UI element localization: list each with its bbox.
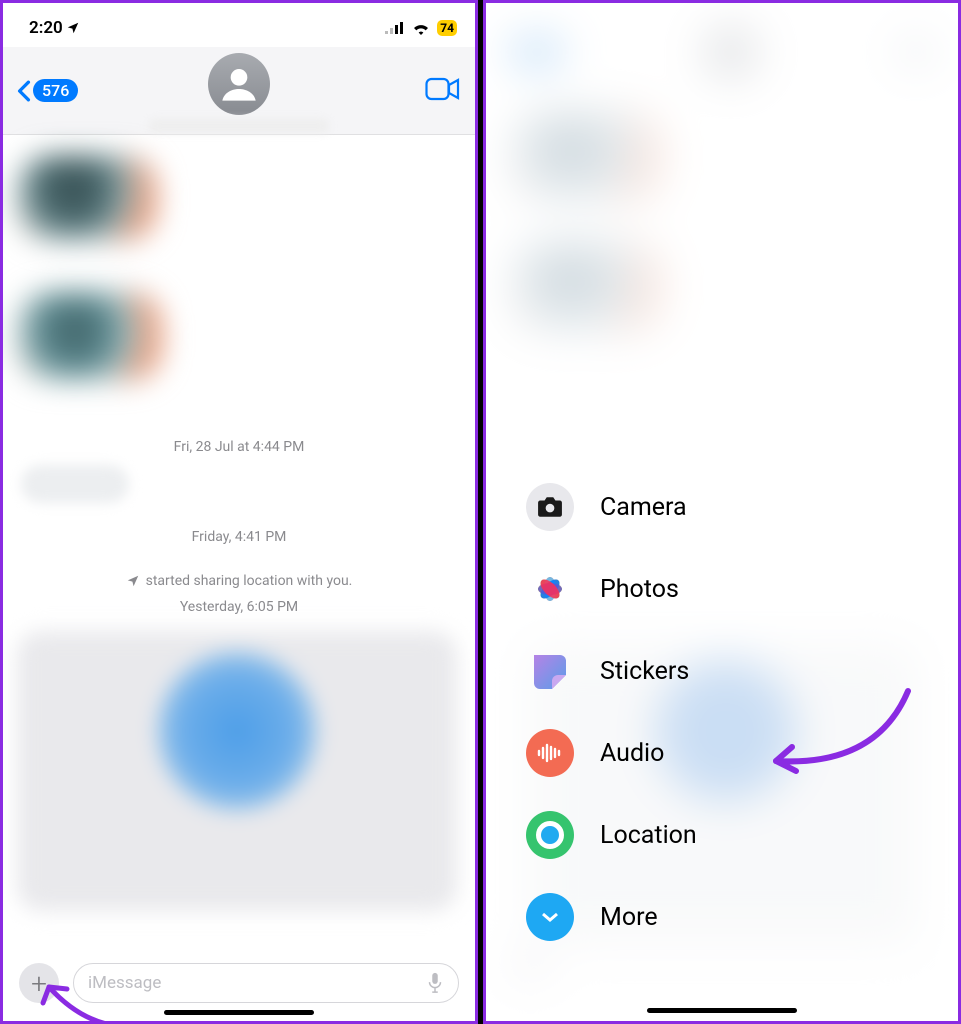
menu-item-camera[interactable]: Camera [526, 483, 916, 531]
back-button[interactable]: 576 [17, 79, 78, 102]
timestamp: Yesterday, 6:05 PM [17, 599, 461, 615]
plus-icon: + [31, 967, 47, 1000]
timestamp: Fri, 28 Jul at 4:44 PM [17, 439, 461, 455]
message-bubble-redacted [17, 291, 162, 381]
menu-item-label: Audio [600, 739, 664, 768]
battery-level: 74 [437, 20, 457, 36]
message-input[interactable]: iMessage [73, 963, 459, 1003]
unread-badge: 576 [33, 79, 78, 102]
status-left: 2:20 [29, 18, 80, 38]
menu-item-audio[interactable]: Audio [526, 729, 916, 777]
screenshot-left: 2:20 74 576 Fri, 28 Jul at 4:44 PM Frida… [0, 0, 478, 1024]
location-arrow-icon [66, 21, 80, 35]
menu-item-stickers[interactable]: Stickers [526, 647, 916, 695]
screenshot-right: Camera [483, 0, 961, 1024]
person-icon [219, 64, 259, 104]
status-bar: 2:20 74 [3, 3, 475, 47]
message-bubble-redacted [17, 155, 157, 241]
contact-name-redacted [149, 119, 329, 133]
location-share-text: started sharing location with you. [146, 573, 353, 589]
location-arrow-icon [126, 574, 140, 588]
menu-item-location[interactable]: Location [526, 811, 916, 859]
camera-icon [526, 483, 574, 531]
timestamp: Friday, 4:41 PM [17, 529, 461, 545]
location-share-notice: started sharing location with you. [17, 573, 461, 589]
attach-plus-button[interactable]: + [19, 963, 59, 1003]
attachment-menu: Camera [486, 3, 958, 1021]
input-placeholder: iMessage [88, 973, 161, 993]
menu-item-label: Location [600, 821, 697, 850]
menu-item-label: Camera [600, 493, 687, 522]
status-time: 2:20 [29, 18, 63, 38]
message-bubble-redacted [21, 465, 129, 503]
compose-bar: + iMessage [3, 963, 475, 1003]
location-icon [526, 811, 574, 859]
stickers-icon [526, 647, 574, 695]
contact-header[interactable] [149, 53, 329, 133]
chevron-left-icon [17, 80, 31, 102]
video-call-button[interactable] [425, 76, 461, 106]
wifi-icon [411, 21, 431, 35]
menu-item-more[interactable]: More [526, 893, 916, 941]
contact-avatar [208, 53, 270, 115]
photos-icon [526, 565, 574, 613]
signal-icon [385, 22, 405, 34]
conversation-scroll[interactable]: Fri, 28 Jul at 4:44 PM Friday, 4:41 PM s… [3, 135, 475, 935]
home-indicator[interactable] [164, 1010, 314, 1015]
attachment-menu-list: Camera [526, 483, 916, 941]
status-right: 74 [385, 20, 457, 36]
menu-item-photos[interactable]: Photos [526, 565, 916, 613]
menu-item-label: More [600, 903, 658, 932]
menu-item-label: Photos [600, 575, 679, 604]
home-indicator[interactable] [647, 1008, 797, 1013]
audio-icon [526, 729, 574, 777]
message-attachment-redacted [17, 631, 457, 911]
chevron-down-icon [526, 893, 574, 941]
video-icon [425, 76, 461, 102]
microphone-icon[interactable] [426, 972, 444, 994]
menu-item-label: Stickers [600, 657, 689, 686]
